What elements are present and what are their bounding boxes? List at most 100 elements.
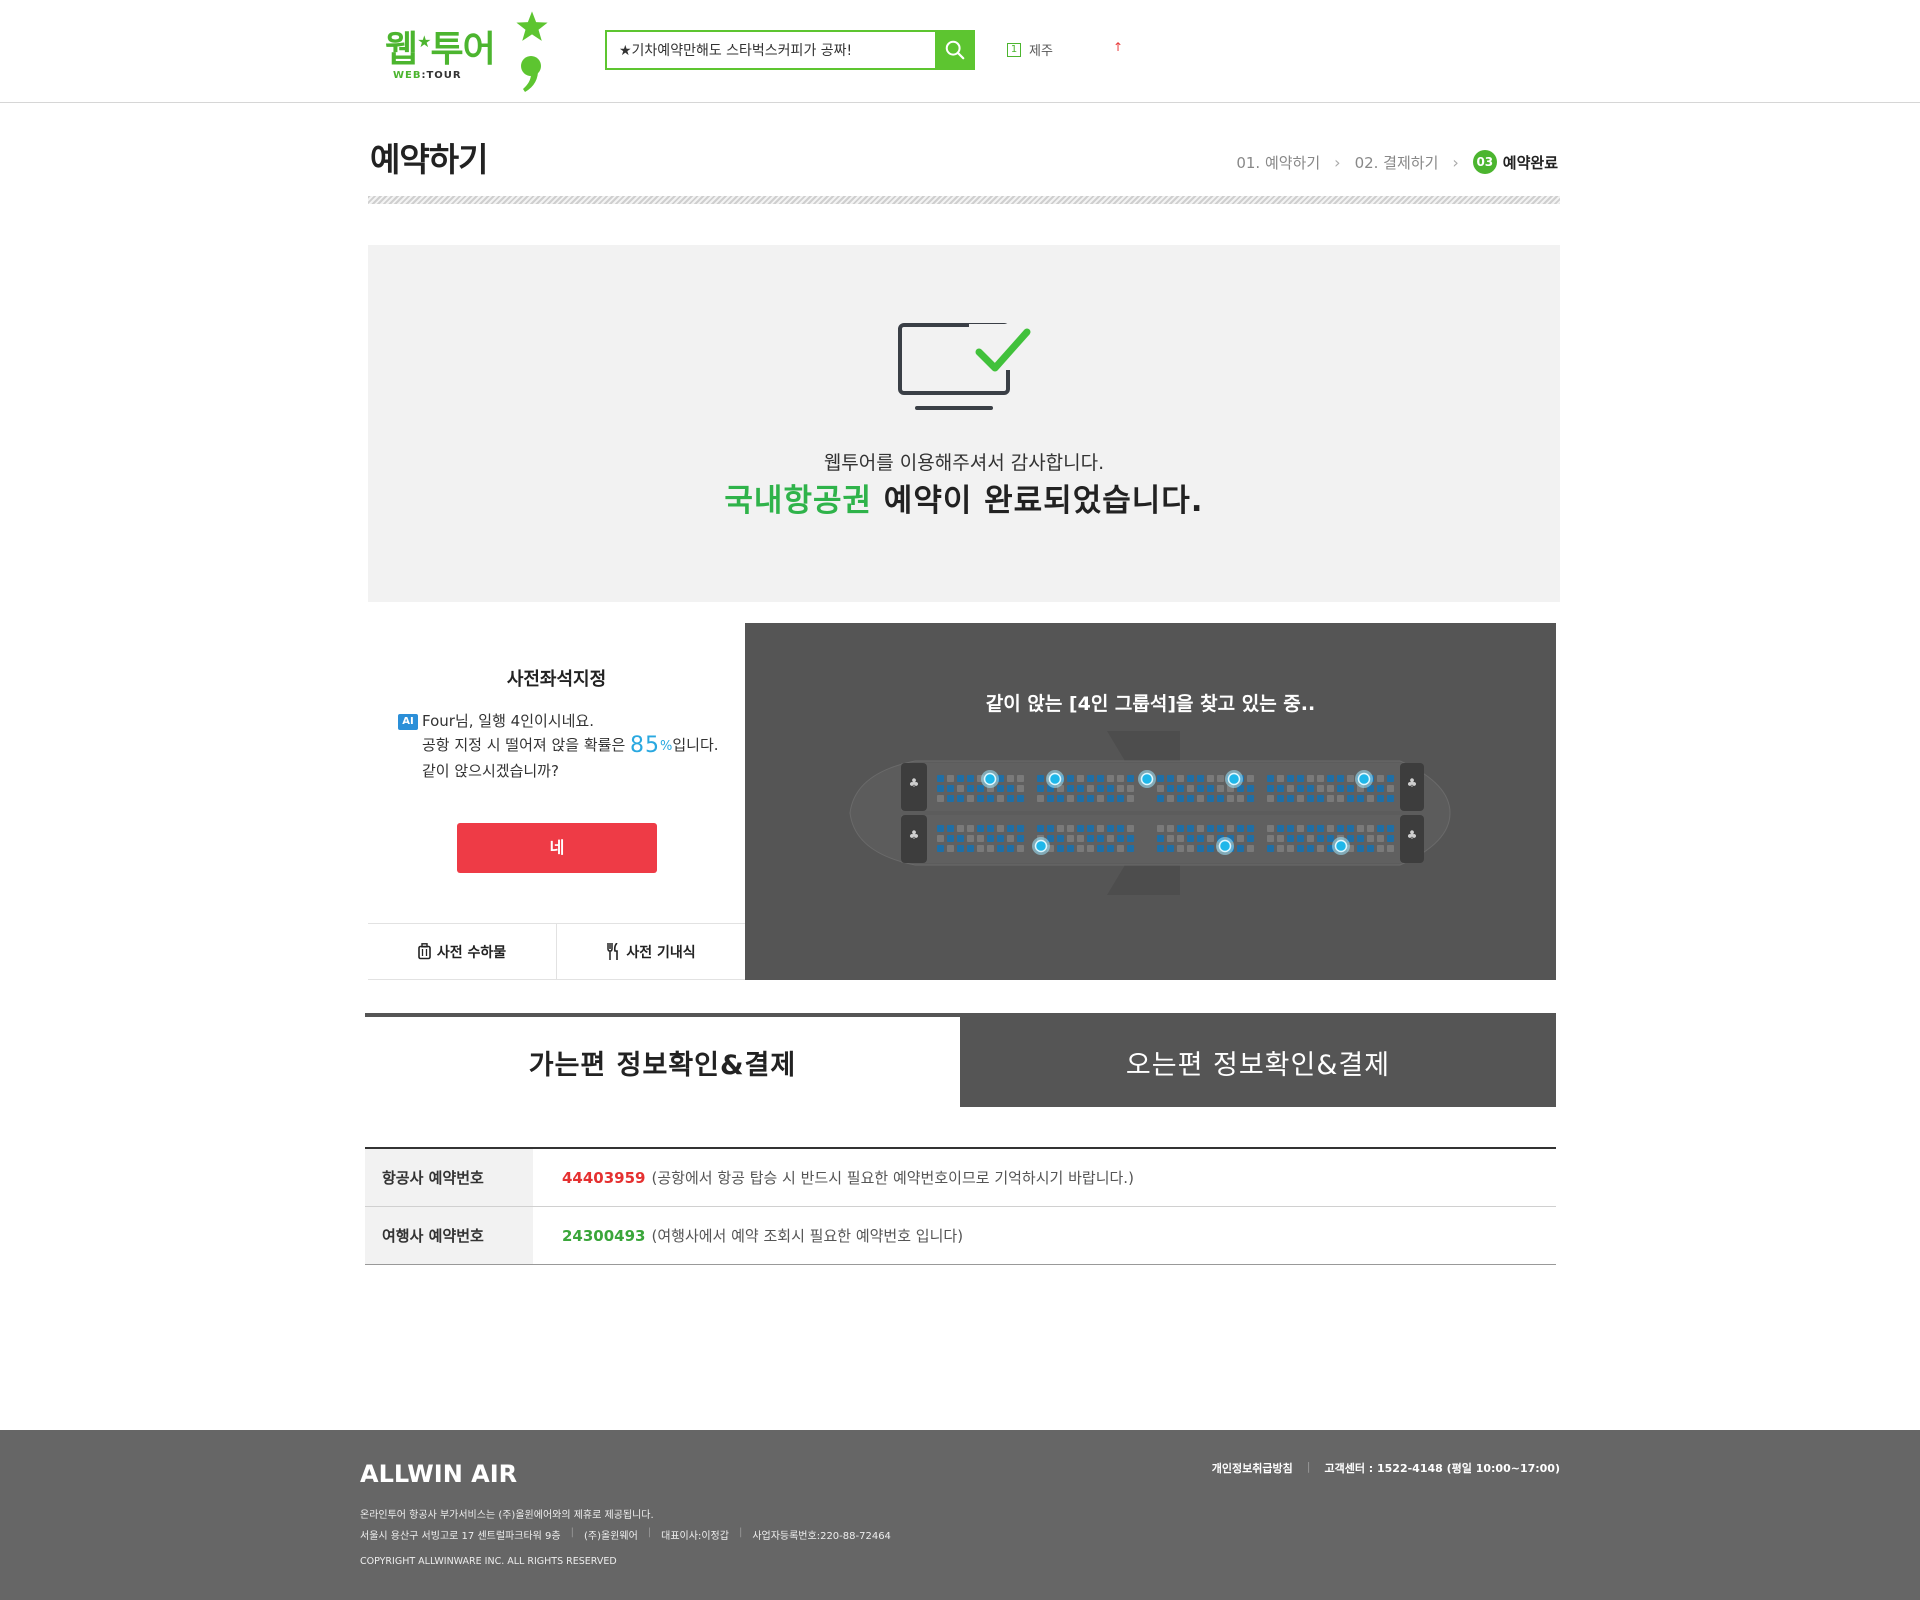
seat bbox=[1017, 775, 1024, 782]
webtour-logo[interactable]: 웹★투어 WEB:TOUR bbox=[385, 11, 550, 94]
seat bbox=[1157, 775, 1164, 782]
seat bbox=[1307, 825, 1314, 832]
completion-message: 국내항공권 예약이 완료되었습니다. bbox=[368, 475, 1560, 520]
ai-line-2-post: 입니다. bbox=[672, 736, 719, 754]
rank-keyword: 제주 bbox=[1029, 44, 1053, 59]
seat bbox=[1337, 795, 1344, 802]
step-1: 01. 예약하기 bbox=[1236, 153, 1321, 172]
lavatory-icon: ♣ bbox=[909, 828, 920, 842]
seat-highlight-marker bbox=[1048, 772, 1062, 786]
aircraft-seat-map: ♣ ♣ ♣ ♣ bbox=[849, 731, 1451, 895]
logo-part-semicolon: ★ bbox=[417, 32, 431, 51]
seat bbox=[1277, 775, 1284, 782]
seat bbox=[1067, 845, 1074, 852]
seat bbox=[967, 785, 974, 792]
seat bbox=[1267, 785, 1274, 792]
chevron-right-icon: › bbox=[1334, 152, 1341, 172]
seat bbox=[937, 845, 944, 852]
seat bbox=[1287, 785, 1294, 792]
seat bbox=[1017, 795, 1024, 802]
seat bbox=[1157, 785, 1164, 792]
seat bbox=[1097, 825, 1104, 832]
seat bbox=[1197, 825, 1204, 832]
footer-notice: 온라인투어 항공사 부가서비스는 (주)올윈에어와의 제휴로 제공됩니다. bbox=[360, 1510, 654, 1521]
seat bbox=[1177, 825, 1184, 832]
seat bbox=[1327, 785, 1334, 792]
seat bbox=[1037, 795, 1044, 802]
seat bbox=[1197, 785, 1204, 792]
seat bbox=[1007, 795, 1014, 802]
seat bbox=[967, 795, 974, 802]
seat bbox=[1177, 775, 1184, 782]
seat bbox=[1277, 795, 1284, 802]
step-number-badge: 03 bbox=[1472, 150, 1497, 174]
seat bbox=[1367, 845, 1374, 852]
ai-line-3: 같이 앉으시겠습니까? bbox=[422, 762, 559, 780]
seat bbox=[1327, 775, 1334, 782]
seat bbox=[957, 785, 964, 792]
seat bbox=[1037, 785, 1044, 792]
seat-highlight-marker bbox=[1034, 839, 1048, 853]
leg-tabs: 가는편 정보확인&결제 오는편 정보확인&결제 bbox=[365, 1013, 1556, 1107]
seat bbox=[1117, 785, 1124, 792]
seat bbox=[1197, 845, 1204, 852]
seat bbox=[1307, 785, 1314, 792]
seat bbox=[1327, 795, 1334, 802]
seat bbox=[1387, 795, 1394, 802]
step-2: 02. 결제하기 bbox=[1354, 153, 1439, 172]
seat bbox=[1167, 825, 1174, 832]
rank-number: 1 bbox=[1007, 42, 1021, 57]
seat bbox=[967, 835, 974, 842]
seat bbox=[1127, 785, 1134, 792]
seat bbox=[1267, 835, 1274, 842]
search-button[interactable] bbox=[935, 30, 975, 70]
seat bbox=[1107, 825, 1114, 832]
seat bbox=[1227, 795, 1234, 802]
seat bbox=[1387, 835, 1394, 842]
search-input[interactable] bbox=[607, 32, 937, 68]
seat bbox=[1237, 825, 1244, 832]
seat bbox=[1217, 795, 1224, 802]
seat bbox=[1317, 825, 1324, 832]
airline-pnr-note: (공항에서 항공 탑승 시 반드시 필요한 예약번호이므로 기억하시기 바랍니다… bbox=[651, 1169, 1134, 1187]
seat bbox=[1327, 825, 1334, 832]
meal-tab-label: 사전 기내식 bbox=[626, 944, 696, 961]
seat bbox=[1377, 835, 1384, 842]
completion-text: 예약이 완료되었습니다. bbox=[872, 483, 1204, 519]
seat bbox=[1117, 775, 1124, 782]
ai-line-2-pre: 공항 지정 시 떨어져 앉을 확률은 bbox=[422, 736, 631, 754]
seat bbox=[1357, 835, 1364, 842]
seat bbox=[1067, 795, 1074, 802]
seat bbox=[1307, 795, 1314, 802]
seat bbox=[947, 845, 954, 852]
seat bbox=[1107, 775, 1114, 782]
seat bbox=[1057, 845, 1064, 852]
seat bbox=[977, 825, 984, 832]
tab-return[interactable]: 오는편 정보확인&결제 bbox=[960, 1017, 1556, 1107]
yes-button[interactable]: 네 bbox=[457, 823, 657, 873]
airline-pnr-number: 44403959 bbox=[562, 1168, 646, 1187]
seat bbox=[1297, 785, 1304, 792]
popular-keyword[interactable]: 1 제주 bbox=[1007, 40, 1053, 59]
seat bbox=[1297, 825, 1304, 832]
privacy-policy-link[interactable]: 개인정보취급방침 bbox=[1212, 1460, 1293, 1476]
prepaid-meal-tab[interactable]: 사전 기내식 bbox=[556, 924, 745, 979]
seat bbox=[1247, 785, 1254, 792]
seat bbox=[957, 845, 964, 852]
tab-outbound[interactable]: 가는편 정보확인&결제 bbox=[365, 1017, 960, 1107]
seat bbox=[957, 775, 964, 782]
seat bbox=[1187, 785, 1194, 792]
seat bbox=[1187, 835, 1194, 842]
seat bbox=[997, 845, 1004, 852]
reservation-table: 항공사 예약번호 44403959 (공항에서 항공 탑승 시 반드시 필요한 … bbox=[365, 1147, 1556, 1265]
seat bbox=[1187, 845, 1194, 852]
seat bbox=[997, 835, 1004, 842]
seat bbox=[987, 845, 994, 852]
prepaid-baggage-tab[interactable]: 사전 수하물 bbox=[368, 924, 556, 979]
seat bbox=[967, 825, 974, 832]
baggage-tab-label: 사전 수하물 bbox=[436, 944, 507, 961]
seat bbox=[1337, 785, 1344, 792]
seat bbox=[1127, 845, 1134, 852]
seat bbox=[1287, 775, 1294, 782]
seat bbox=[1207, 835, 1214, 842]
